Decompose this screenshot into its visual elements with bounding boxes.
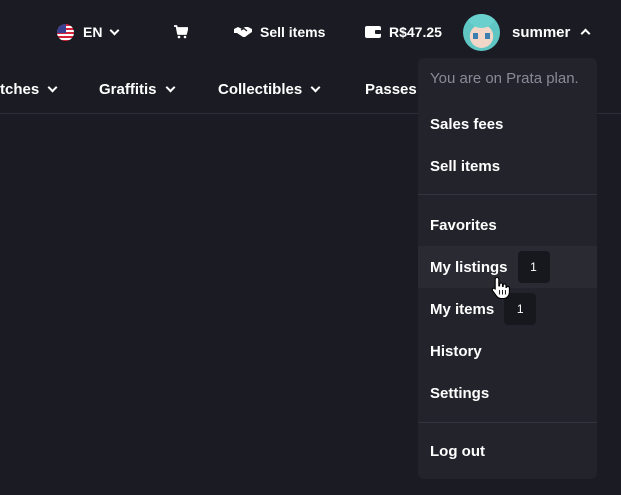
category-patches[interactable]: tches — [0, 79, 58, 99]
chevron-down-icon — [310, 82, 321, 92]
chevron-up-icon — [580, 28, 591, 39]
plan-info: You are on Prata plan. — [430, 70, 579, 87]
menu-item-favorites[interactable]: Favorites — [418, 204, 597, 246]
menu-item-label: Sell items — [430, 157, 501, 175]
category-label: tches — [0, 80, 40, 98]
menu-item-log-out[interactable]: Log out — [418, 430, 597, 472]
menu-item-sell-items[interactable]: Sell items — [418, 145, 597, 187]
user-dropdown-menu: You are on Prata plan. Sales fees Sell i… — [418, 58, 597, 479]
user-menu-toggle[interactable]: summer — [463, 13, 591, 51]
wallet-icon — [365, 26, 381, 38]
category-label: Collectibles — [218, 80, 303, 98]
menu-divider — [418, 422, 597, 423]
username: summer — [512, 23, 571, 41]
cart-icon — [174, 25, 188, 39]
menu-item-sales-fees[interactable]: Sales fees — [418, 103, 597, 145]
menu-item-settings[interactable]: Settings — [418, 372, 597, 414]
category-passes[interactable]: Passes — [365, 79, 417, 99]
wallet-balance[interactable]: R$47.25 — [365, 20, 442, 44]
us-flag-icon — [57, 23, 74, 41]
category-collectibles[interactable]: Collectibles — [218, 79, 321, 99]
category-graffitis[interactable]: Graffitis — [99, 79, 175, 99]
menu-item-label: Settings — [430, 384, 490, 402]
menu-item-label: My items — [430, 300, 495, 318]
category-label: Passes — [365, 80, 417, 98]
balance-amount: R$47.25 — [389, 24, 442, 40]
language-label: EN — [83, 24, 103, 40]
count-badge: 1 — [517, 251, 550, 283]
menu-divider — [418, 194, 597, 195]
sell-items-button[interactable]: Sell items — [234, 20, 325, 44]
menu-item-label: Sales fees — [430, 115, 504, 133]
chevron-down-icon — [165, 82, 175, 92]
chevron-down-icon — [47, 82, 58, 92]
menu-item-label: Log out — [430, 442, 485, 460]
menu-item-history[interactable]: History — [418, 330, 597, 372]
sell-items-label: Sell items — [260, 24, 326, 40]
top-bar: EN Sell items R$47.25 summer — [0, 0, 621, 64]
menu-item-label: Favorites — [430, 216, 497, 234]
menu-item-label: My listings — [430, 258, 508, 276]
chevron-down-icon — [110, 25, 120, 35]
language-selector[interactable]: EN — [57, 20, 120, 44]
category-label: Graffitis — [99, 80, 157, 98]
cart-button[interactable] — [171, 22, 191, 42]
hand-cursor-icon — [491, 276, 510, 300]
avatar — [463, 13, 500, 51]
handshake-icon — [234, 27, 252, 37]
menu-item-label: History — [430, 342, 482, 360]
